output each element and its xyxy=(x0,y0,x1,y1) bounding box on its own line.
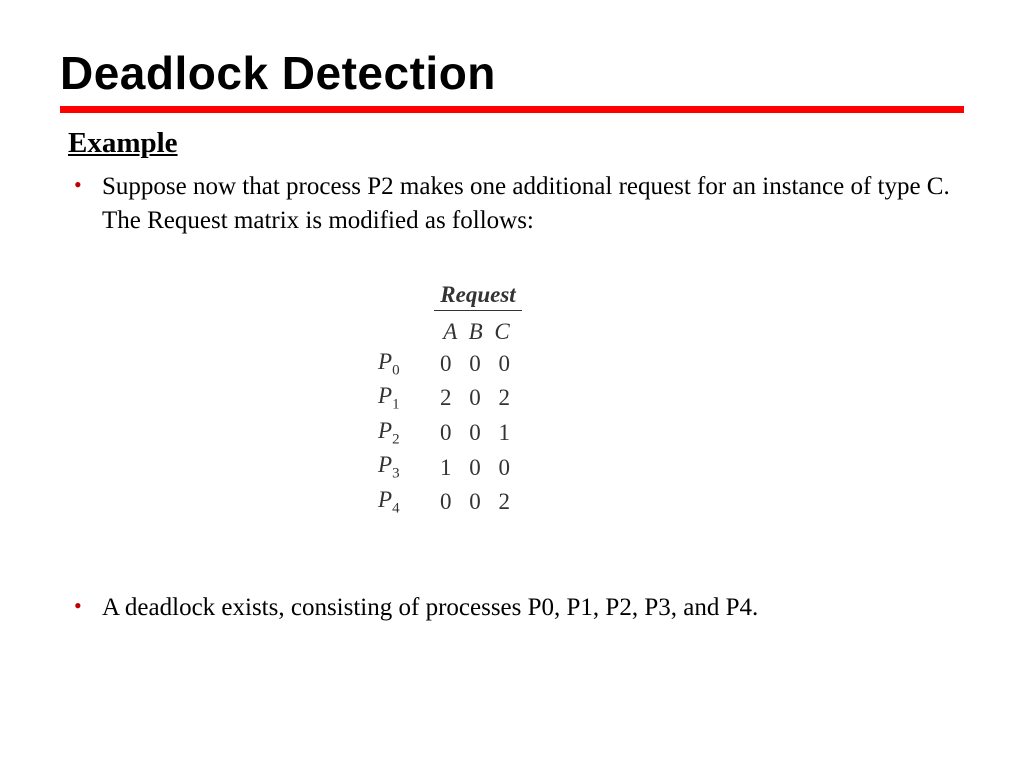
bullet-list: Suppose now that process P2 makes one ad… xyxy=(68,170,964,238)
process-label: P3 xyxy=(378,450,434,485)
matrix-row: P1 2 0 2 xyxy=(378,381,522,416)
matrix-table: A B C P0 0 0 0 P1 2 0 2 P2 0 0 1 P3 1 0 … xyxy=(378,317,522,520)
bullet-1: Suppose now that process P2 makes one ad… xyxy=(68,170,964,238)
matrix-values: 0 0 0 xyxy=(434,347,522,382)
matrix-values: 0 0 1 xyxy=(434,416,522,451)
matrix-values: 0 0 2 xyxy=(434,485,522,520)
slide-title: Deadlock Detection xyxy=(60,46,964,100)
matrix-row: P4 0 0 2 xyxy=(378,485,522,520)
matrix-header-row: A B C xyxy=(378,317,522,347)
process-label: P2 xyxy=(378,416,434,451)
request-matrix: Request A B C P0 0 0 0 P1 2 0 2 P2 0 0 1 xyxy=(378,282,522,520)
slide: Deadlock Detection Example Suppose now t… xyxy=(0,0,1024,768)
bullet-2: A deadlock exists, consisting of process… xyxy=(68,591,964,625)
request-matrix-wrap: Request A B C P0 0 0 0 P1 2 0 2 P2 0 0 1 xyxy=(60,282,964,520)
matrix-title: Request xyxy=(434,282,522,311)
process-label: P0 xyxy=(378,347,434,382)
title-rule xyxy=(60,106,964,113)
matrix-columns: A B C xyxy=(434,317,522,347)
subheading: Example xyxy=(68,127,964,160)
process-label: P4 xyxy=(378,485,434,520)
process-label: P1 xyxy=(378,381,434,416)
matrix-row: P3 1 0 0 xyxy=(378,450,522,485)
bullet-list-2: A deadlock exists, consisting of process… xyxy=(68,591,964,625)
matrix-row: P0 0 0 0 xyxy=(378,347,522,382)
matrix-row: P2 0 0 1 xyxy=(378,416,522,451)
matrix-values: 2 0 2 xyxy=(434,381,522,416)
matrix-values: 1 0 0 xyxy=(434,450,522,485)
